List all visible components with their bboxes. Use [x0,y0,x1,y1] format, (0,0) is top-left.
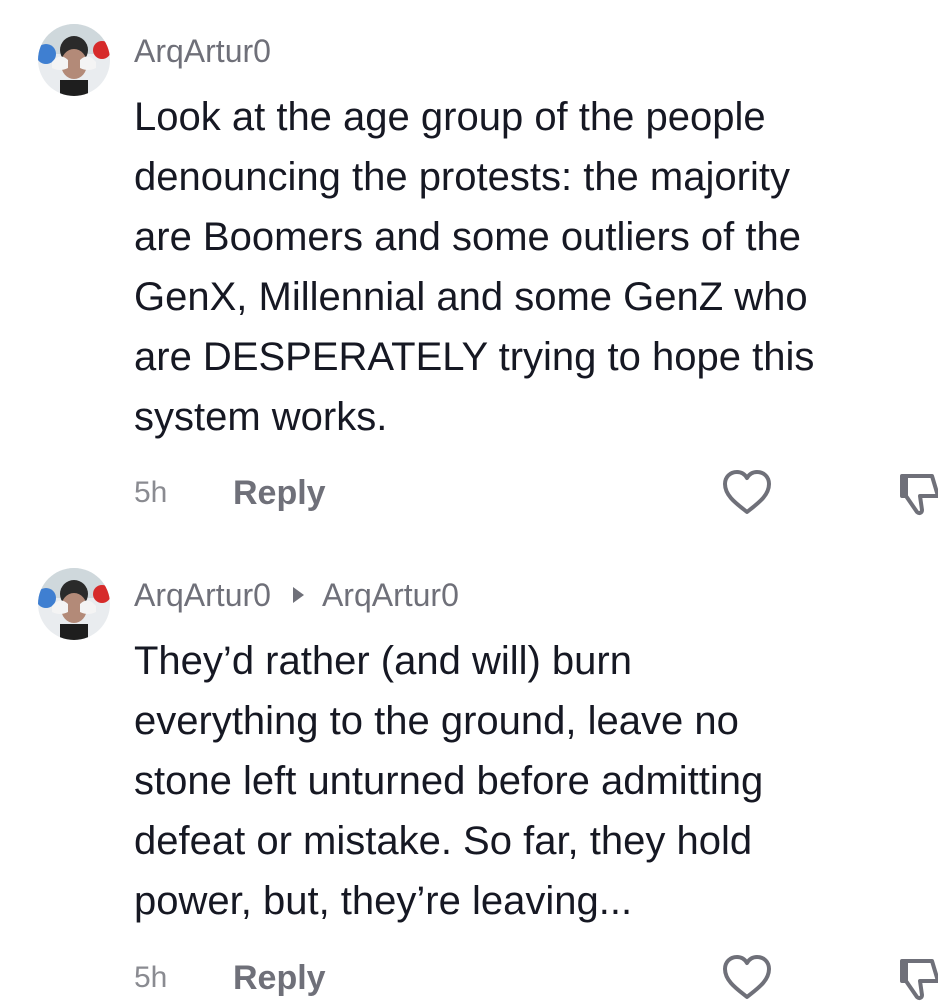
like-button[interactable] [721,468,773,518]
thumbs-down-icon [900,959,938,1001]
dislike-button[interactable] [898,470,938,516]
avatar[interactable] [38,568,110,640]
reply-to-author[interactable]: ArqArtur0 [322,575,459,615]
comment-item: ArqArtur0 ArqArtur0 They’d rather (and w… [0,530,938,1005]
reply-button[interactable]: Reply [233,953,326,1003]
comment-timestamp: 5h [134,961,168,994]
comment-author-row: ArqArtur0 [134,31,271,71]
comment-text: They’d rather (and will) burn everything… [134,639,764,923]
comment-author[interactable]: ArqArtur0 [134,575,271,615]
avatar-image [38,24,110,96]
like-button[interactable] [721,953,773,1003]
comment-timestamp: 5h [134,476,168,509]
reply-button[interactable]: Reply [233,468,326,518]
avatar-image [38,568,110,640]
comment-item: ArqArtur0 Look at the age group of the p… [0,0,938,530]
comment-text: Look at the age group of the people deno… [134,95,815,439]
dislike-button[interactable] [898,955,938,1001]
avatar[interactable] [38,24,110,96]
heart-outline-icon [723,955,771,999]
comment-author[interactable]: ArqArtur0 [134,31,271,71]
reply-caret-icon [292,587,304,603]
comment-footer: 5h Reply [0,468,938,518]
heart-outline-icon [723,470,771,514]
comment-author-row: ArqArtur0 ArqArtur0 [134,575,459,615]
thumbs-down-icon [900,474,938,516]
comment-footer: 5h Reply [0,953,938,1003]
